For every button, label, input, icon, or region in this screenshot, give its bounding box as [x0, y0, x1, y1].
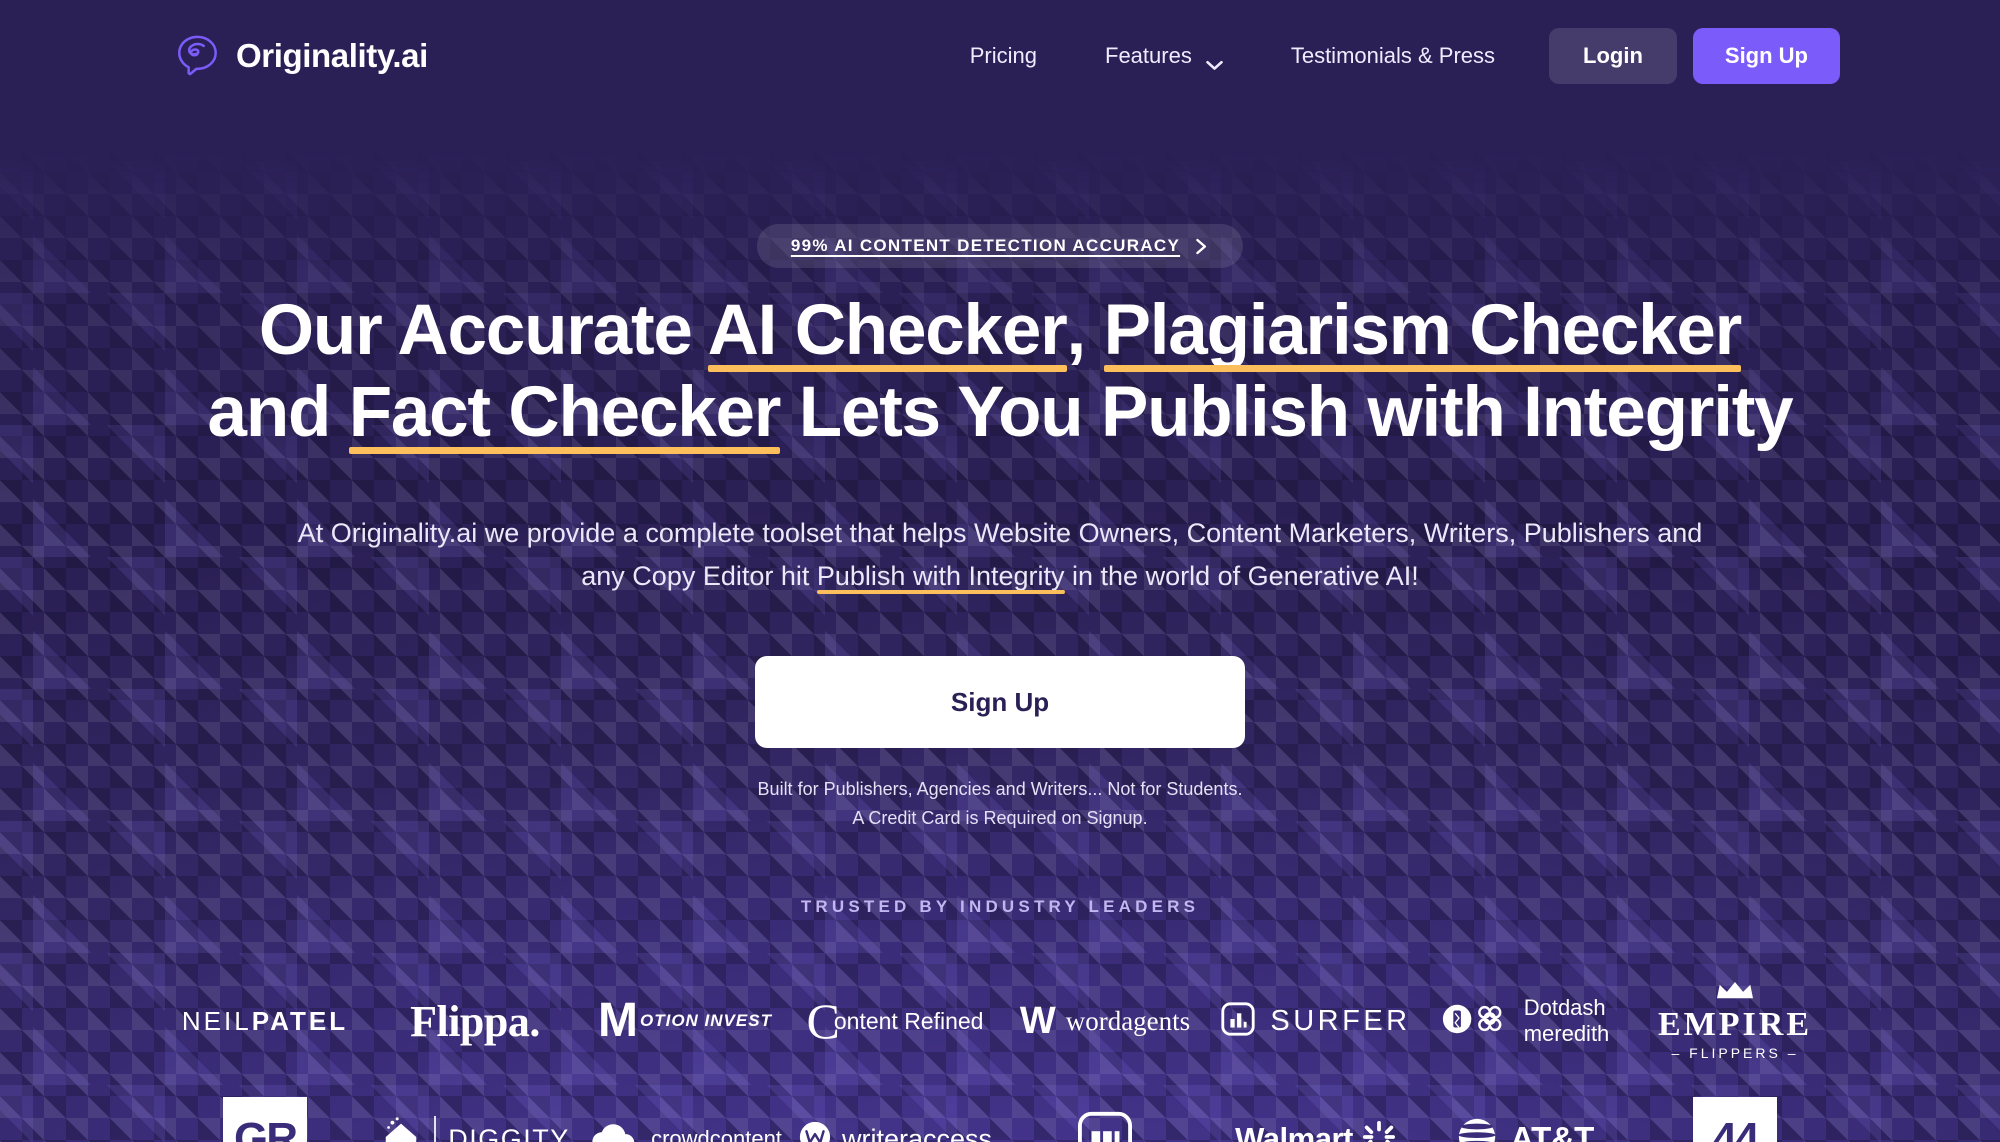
logo-dotdash-line-2: meredith — [1523, 1021, 1610, 1046]
logo-gr-text: GR — [223, 1097, 307, 1142]
nav-item-features-label: Features — [1105, 43, 1192, 68]
logo-neilpatel-part-b: PATEL — [251, 1005, 349, 1036]
logo-att-text: AT&T — [1510, 1120, 1594, 1142]
logo-motion-invest: M OTION INVEST — [580, 975, 790, 1067]
trusted-logo-row-1: NEILPATEL Flippa. M OTION INVEST C onten… — [160, 975, 1840, 1067]
logo-empire-text: EMPIRE — [1658, 1005, 1812, 1043]
logo-motion-invest-mark: M — [598, 994, 638, 1048]
logo-crowdcontent: crowdcontent — [580, 1093, 790, 1142]
logo-diggity-text: DIGGITY — [448, 1123, 570, 1142]
headline-part-4: Lets You Publish with Integrity — [780, 373, 1794, 453]
gm-badge-icon — [1076, 1110, 1134, 1142]
logo-flippers-text: – FLIPPERS – — [1671, 1044, 1799, 1061]
headline-highlight-plagiarism-checker: Plagiarism Checker — [1103, 291, 1743, 370]
primary-navigation: Pricing Features Testimonials & Press Lo… — [936, 28, 2000, 84]
trusted-by-heading: TRUSTED BY INDUSTRY LEADERS — [800, 897, 1200, 916]
headline-part-3: and — [207, 373, 349, 453]
logo-wordagents-text: wordagents — [1065, 1005, 1191, 1036]
logo-content-refined: C ontent Refined — [790, 975, 1000, 1067]
nav-item-features[interactable]: Features — [1071, 43, 1257, 70]
cta-note: Built for Publishers, Agencies and Write… — [0, 775, 2000, 833]
logo-flippa-text: Flippa. — [410, 996, 540, 1046]
logo-44: 44 — [1630, 1093, 1840, 1142]
brand-name: Originality.ai — [236, 37, 428, 74]
trusted-logo-row-2: GR DIGGITY crowdcontent writeraccess Wal… — [160, 1093, 1840, 1142]
headline-part-1: Our Accurate — [258, 291, 708, 370]
logo-motion-invest-text: OTION INVEST — [640, 1011, 772, 1030]
headline-highlight-fact-checker: Fact Checker — [348, 373, 782, 453]
accuracy-badge-label: 99% AI CONTENT DETECTION ACCURACY — [790, 236, 1181, 255]
logo-neilpatel-part-a: NEIL — [181, 1005, 252, 1036]
brand-logo-link[interactable]: Originality.ai — [174, 33, 428, 79]
nav-item-testimonials-press-label: Testimonials & Press — [1290, 43, 1496, 68]
hero-subheading: At Originality.ai we provide a complete … — [290, 512, 1710, 597]
subheading-part-2: in the world of Generative AI! — [1064, 560, 1419, 591]
logo-dotdash-line-1: Dotdash — [1523, 995, 1606, 1021]
logo-wordagents: W wordagents — [1000, 975, 1210, 1067]
site-header: Originality.ai Pricing Features Testimon… — [0, 0, 2000, 112]
nav-item-testimonials-press[interactable]: Testimonials & Press — [1257, 43, 1529, 69]
login-button[interactable]: Login — [1549, 28, 1677, 84]
chevron-down-icon — [1206, 51, 1223, 70]
nav-item-pricing-label: Pricing — [969, 43, 1037, 68]
logo-empire-flippers: EMPIRE – FLIPPERS – — [1630, 975, 1840, 1067]
walmart-spark-icon — [1362, 1120, 1395, 1142]
nav-item-pricing[interactable]: Pricing — [936, 43, 1071, 69]
logo-walmart: Walmart — [1210, 1093, 1420, 1142]
logo-diggity: DIGGITY — [370, 1093, 580, 1142]
logo-wordagents-mark: W — [1019, 1000, 1056, 1042]
chevron-right-icon — [1194, 238, 1209, 255]
logo-crowdcontent-text: crowdcontent — [651, 1126, 782, 1142]
logo-44-text: 44 — [1693, 1097, 1777, 1142]
house-icon — [380, 1116, 422, 1142]
logo-writeraccess: writeraccess — [790, 1093, 1000, 1142]
logo-dotdash-meredith: Dotdash meredith — [1420, 975, 1630, 1067]
logo-walmart-text: Walmart — [1235, 1121, 1353, 1142]
headline-part-2: , — [1066, 291, 1104, 370]
signup-button-header[interactable]: Sign Up — [1692, 28, 1840, 84]
accuracy-badge[interactable]: 99% AI CONTENT DETECTION ACCURACY — [756, 224, 1244, 268]
att-globe-icon — [1456, 1116, 1498, 1142]
cta-note-line-1: Built for Publishers, Agencies and Write… — [757, 779, 1243, 799]
logo-flippa: Flippa. — [370, 975, 580, 1067]
circle-w-icon — [798, 1120, 832, 1142]
logo-gr: GR — [160, 1093, 370, 1142]
logo-surfer: SURFER — [1210, 975, 1420, 1067]
logo-gm — [1000, 1093, 1210, 1142]
dotdash-knot-icon — [1441, 1000, 1513, 1043]
page-title: Our Accurate AI Checker, Plagiarism Chec… — [0, 290, 2000, 455]
crown-icon — [1715, 981, 1755, 1005]
logo-content-refined-text: ontent Refined — [833, 1007, 984, 1034]
signup-cta-button[interactable]: Sign Up — [755, 656, 1245, 748]
headline-highlight-ai-checker: AI Checker — [707, 291, 1068, 370]
brain-speech-bubble-icon — [174, 33, 220, 79]
cloud-icon — [588, 1121, 640, 1142]
logo-writeraccess-text: writeraccess — [841, 1123, 993, 1142]
subheading-highlight-publish-with-integrity: Publish with Integrity — [816, 560, 1065, 591]
logo-surfer-text: SURFER — [1270, 1004, 1411, 1037]
cta-note-line-2: A Credit Card is Required on Signup. — [852, 808, 1148, 829]
logo-att: AT&T — [1420, 1093, 1630, 1142]
surfer-chart-icon — [1219, 1000, 1257, 1043]
logo-neilpatel: NEILPATEL — [160, 975, 370, 1067]
